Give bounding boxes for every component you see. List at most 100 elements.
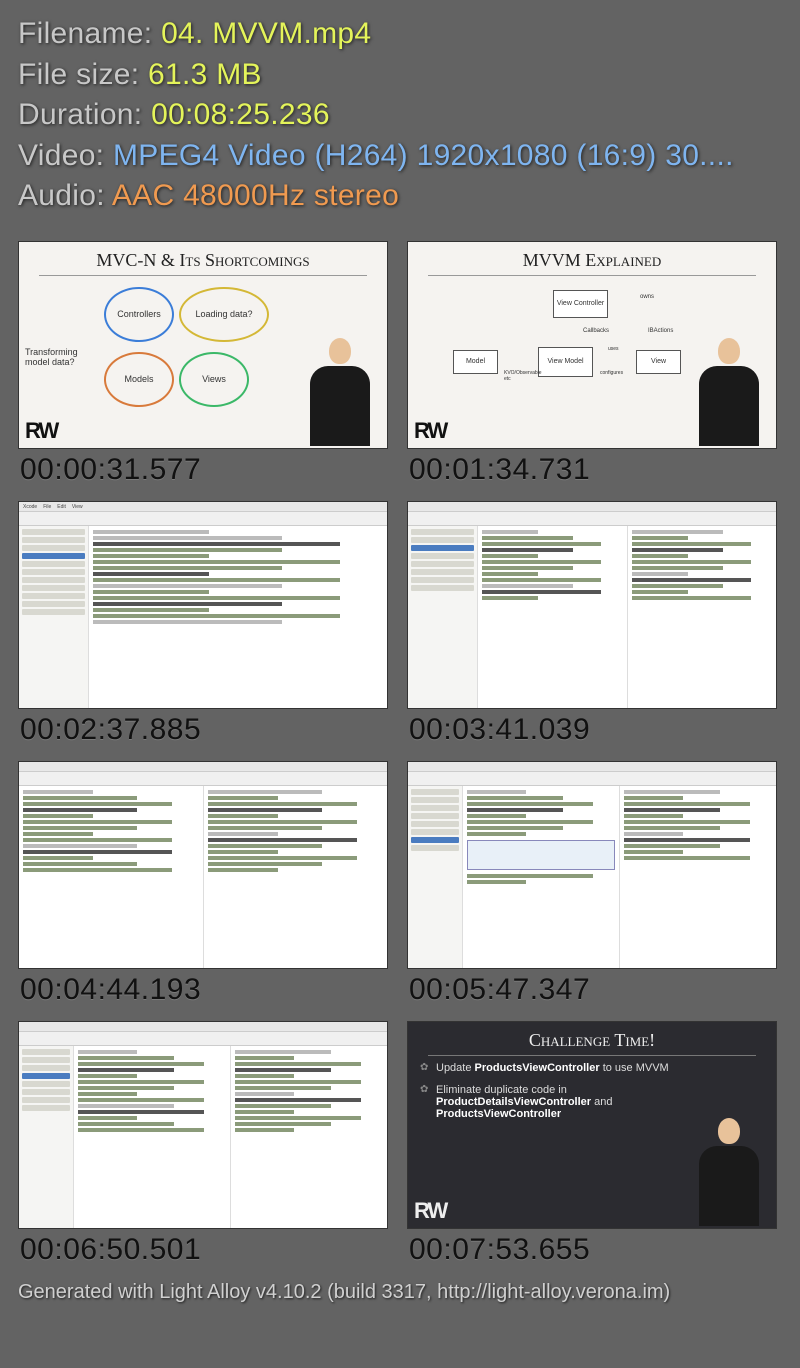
project-navigator [408,526,478,709]
filesize-value: 61.3 MB [148,58,262,91]
text: Update [436,1062,475,1074]
video-value: MPEG4 Video (H264) 1920x1080 (16:9) 30..… [113,139,734,172]
audio-row: Audio: AAC 48000Hz stereo [18,176,782,217]
video-row: Video: MPEG4 Video (H264) 1920x1080 (16:… [18,136,782,177]
code-editor-right [230,1046,387,1229]
box-view: View [636,350,681,374]
project-navigator [19,1046,74,1229]
thumbnail-frame: MVVM Explained View Controller Model Vie… [407,241,777,449]
thumbnail-cell: MVVM Explained View Controller Model Vie… [407,241,782,487]
slide-title: MVC-N & Its Shortcomings [39,242,367,276]
circle-models: Models [104,352,174,407]
xcode-menubar [19,762,387,772]
filesize-row: File size: 61.3 MB [18,55,782,96]
rw-logo: RW [414,418,446,444]
menu-item: File [43,504,51,509]
box-viewcontroller: View Controller [553,290,608,318]
code-editor-right [203,786,388,969]
timestamp: 00:06:50.501 [18,1229,393,1267]
text: Eliminate duplicate code in [436,1084,567,1096]
xcode-menubar [19,1022,387,1032]
timestamp: 00:00:31.577 [18,449,393,487]
text: and [591,1096,612,1108]
editor-split [408,786,776,969]
filesize-label: File size: [18,58,148,91]
thumbnail-cell: Challenge Time! Update ProductsViewContr… [407,1021,782,1267]
filename-value: 04. MVVM.mp4 [161,17,371,50]
thumbnail-frame [18,1021,388,1229]
audio-label: Audio: [18,179,112,212]
slide-title: Challenge Time! [428,1022,756,1056]
slide-title: MVVM Explained [428,242,756,276]
xcode-toolbar [408,512,776,526]
code-editor-left [463,786,619,969]
xcode-toolbar [19,512,387,526]
menu-item: Edit [57,504,66,509]
editor-split [408,526,776,709]
edge-callbacks: Callbacks [583,328,609,334]
timestamp: 00:01:34.731 [407,449,782,487]
thumbnail-grid: MVC-N & Its Shortcomings Controllers Loa… [0,227,800,1273]
label-transforming: Transforming model data? [25,347,100,367]
editor-split [19,526,387,709]
edge-ibactions: IBActions [648,328,673,334]
audio-value: AAC 48000Hz stereo [112,179,399,212]
rw-logo: RW [25,418,57,444]
code-editor-left [74,1046,230,1229]
rw-logo: RW [414,1198,446,1224]
code-editor-left [478,526,627,709]
edge-configures: configures [600,370,623,376]
thumbnail-frame: Challenge Time! Update ProductsViewContr… [407,1021,777,1229]
code-editor [89,526,387,709]
duration-row: Duration: 00:08:25.236 [18,95,782,136]
project-navigator [19,526,89,709]
menu-item: Xcode [23,504,37,509]
xcode-toolbar [19,1032,387,1046]
edge-owns: owns [640,294,654,300]
timestamp: 00:02:37.885 [18,709,393,747]
presenter-figure [694,1118,764,1228]
thumbnail-frame [18,761,388,969]
circle-controllers: Controllers [104,287,174,342]
menu-item: View [72,504,83,509]
thumbnail-cell: MVC-N & Its Shortcomings Controllers Loa… [18,241,393,487]
code-editor-right [627,526,777,709]
thumbnail-cell: 00:05:47.347 [407,761,782,1007]
xcode-toolbar [408,772,776,786]
project-navigator [408,786,463,969]
xcode-menubar [408,762,776,772]
thumbnail-frame [407,761,777,969]
thumbnail-cell: Xcode File Edit View [18,501,393,747]
generator-footer: Generated with Light Alloy v4.10.2 (buil… [0,1273,800,1312]
filename-row: Filename: 04. MVVM.mp4 [18,14,782,55]
thumbnail-frame [407,501,777,709]
challenge-item: Update ProductsViewController to use MVV… [408,1056,776,1078]
thumbnail-cell: 00:03:41.039 [407,501,782,747]
file-info-header: Filename: 04. MVVM.mp4 File size: 61.3 M… [0,0,800,227]
box-viewmodel: View Model [538,347,593,377]
timestamp: 00:04:44.193 [18,969,393,1007]
xcode-menubar [408,502,776,512]
code-editor-right [619,786,776,969]
code-editor-left [19,786,203,969]
circle-views: Views [179,352,249,407]
timestamp: 00:07:53.655 [407,1229,782,1267]
thumbnail-cell: 00:06:50.501 [18,1021,393,1267]
xcode-toolbar [19,772,387,786]
presenter-figure [305,338,375,448]
duration-label: Duration: [18,98,151,131]
filename-label: Filename: [18,17,161,50]
circle-loading: Loading data? [179,287,269,342]
video-label: Video: [18,139,113,172]
edge-uses: uses [608,346,619,352]
xcode-menubar: Xcode File Edit View [19,502,387,512]
box-model: Model [453,350,498,374]
text-bold: ProductDetailsViewController [436,1096,591,1108]
text-bold: ProductsViewController [436,1108,561,1120]
text-bold: ProductsViewController [475,1062,600,1074]
duration-value: 00:08:25.236 [151,98,330,131]
thumbnail-cell: 00:04:44.193 [18,761,393,1007]
editor-split [19,786,387,969]
timestamp: 00:03:41.039 [407,709,782,747]
thumbnail-frame: MVC-N & Its Shortcomings Controllers Loa… [18,241,388,449]
